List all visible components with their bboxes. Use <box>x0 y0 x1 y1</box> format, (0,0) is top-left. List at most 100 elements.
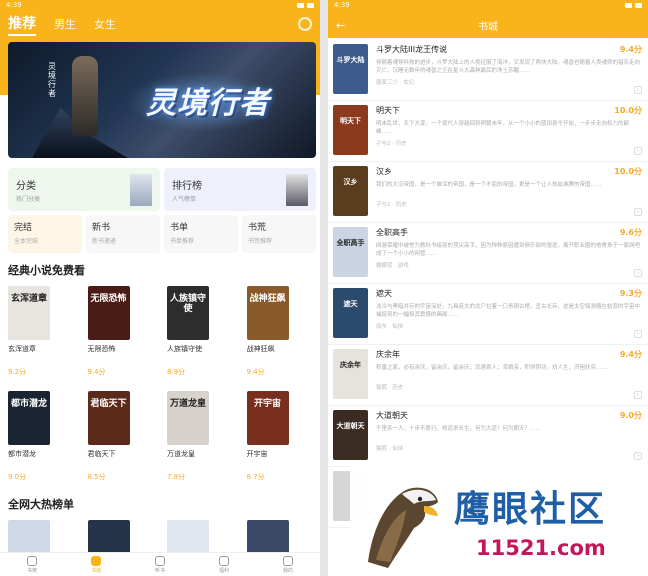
book-list-item[interactable]: 斗罗大陆 斗罗大陆III龙王传说 9.4分 伴随着魂导科技的进步，斗罗大陆上的人类征服… <box>328 40 648 101</box>
book-score: 9.6分 <box>619 228 642 237</box>
book-cover: 君临天下 <box>87 391 130 445</box>
book-cover-title: 大道朝天 <box>336 422 365 430</box>
book-cover-title: 汉乡 <box>343 178 358 186</box>
book-card[interactable]: 战神狂飙 战神狂飙 9.4分 <box>246 286 317 377</box>
book-shortage-button[interactable]: 书荒 书荒推荐 <box>242 215 316 253</box>
book-list-item[interactable]: 大道朝天 大道朝天 9.0分 千里杀一人，十步不愿行。修道求长生，何为大道？何为朝天？… <box>328 406 648 467</box>
book-cover: 大道朝天 <box>333 410 368 460</box>
book-card[interactable]: 无限恐怖 无限恐怖 9.4分 <box>87 286 158 377</box>
wifi-icon <box>625 2 632 8</box>
book-meta: 蝴蝶蓝 · 游戏 <box>376 263 409 269</box>
book-card[interactable]: 人族镇守使 人族镇守使 8.9分 <box>167 286 237 377</box>
book-card[interactable]: 君临天下 君临天下 8.5分 <box>87 391 158 482</box>
category-button[interactable]: 分类 热门分类 <box>8 168 160 211</box>
nav-item-headphone[interactable]: 听书 <box>128 553 192 576</box>
book-list-item[interactable]: 遮天 遮天 9.3分 冰冷与黑暗并存的宇宙深处，九具庞大的龙尸拉着一口青铜古棺，亘古长… <box>328 284 648 345</box>
book-card[interactable] <box>8 520 78 554</box>
back-arrow-icon[interactable]: ← <box>336 19 356 32</box>
book-cover-title: 玄浑道章 <box>10 294 47 304</box>
book-list-item[interactable]: 全职高手 全职高手 9.6分 网游荣耀中被誉为教科书级别的顶尖高手，因为种种原因遭到俱… <box>328 223 648 284</box>
book-cover: 无限恐怖 <box>87 286 130 340</box>
book-list-item[interactable]: 明天下 明天下 10.0分 明末乱世，天下大变。一个现代人穿越回到明朝末年，从一个小小… <box>328 101 648 162</box>
book-cover-title: 君临天下 <box>90 399 127 409</box>
book-name: 庆余年 <box>376 350 400 359</box>
book-info: 明天下 10.0分 明末乱世，天下大变。一个现代人穿越回到明朝末年，从一个小小的蓝田… <box>376 105 642 161</box>
book-card[interactable]: 开宇宙 开宇宙 8.7分 <box>246 391 317 482</box>
book-score: 9.2分 <box>8 368 27 376</box>
status-icons <box>625 2 642 8</box>
search-icon[interactable] <box>298 17 312 31</box>
book-meta: 猫腻 · 历史 <box>376 385 404 391</box>
book-name: 汉乡 <box>376 167 392 176</box>
book-card[interactable] <box>167 520 237 554</box>
tab-male[interactable]: 男生 <box>54 16 76 32</box>
book-cover: 斗罗大陆 <box>333 44 368 94</box>
finished-label: 完结 <box>14 223 33 233</box>
book-description: 我们的大汉帝国，是一个雄浑的帝国，是一个不屈的帝国，更是一个让人热血沸腾的帝国…… <box>376 182 602 188</box>
book-description: 千里杀一人，十步不愿行。修道求长生，何为大道？何为朝天？…… <box>376 426 542 432</box>
book-name: 人族镇守使 <box>167 345 202 353</box>
book-tag: › <box>634 147 642 155</box>
store-icon <box>91 555 101 566</box>
book-tag: › <box>634 269 642 277</box>
book-cover <box>246 520 289 554</box>
book-list: 斗罗大陆 斗罗大陆III龙王传说 9.4分 伴随着魂导科技的进步，斗罗大陆上的人类征服… <box>328 40 648 528</box>
book-list-item[interactable]: 庆余年 庆余年 9.4分 积善之家，必有余庆，留余庆，留余庆，忽遇恩人；幸娘亲，积得阴… <box>328 345 648 406</box>
banner-figure <box>72 56 98 136</box>
eagle-logo-icon <box>368 487 438 568</box>
book-score: 8.5分 <box>87 473 106 481</box>
book-info: 大道朝天 9.0分 千里杀一人，十步不愿行。修道求长生，何为大道？何为朝天？…… 猫腻… <box>376 410 642 466</box>
book-cover-title: 全职高手 <box>336 239 365 247</box>
new-books-sub: 新书速递 <box>92 238 117 245</box>
status-time: 4:39 <box>334 1 350 9</box>
hot-book-grid <box>8 520 316 554</box>
book-card[interactable] <box>246 520 317 554</box>
tab-female[interactable]: 女生 <box>94 16 116 32</box>
book-name: 开宇宙 <box>246 450 268 458</box>
section-title-classic: 经典小说免费看 <box>8 264 85 277</box>
book-cover: 都市潜龙 <box>8 391 50 445</box>
book-cover: 汉乡 <box>333 166 368 216</box>
book-name: 全职高手 <box>376 228 408 237</box>
book-card[interactable]: 都市潜龙 都市潜龙 9.0分 <box>8 391 78 482</box>
bottom-navigation: 书架 书城 听书 福利 我的 <box>0 552 320 576</box>
book-description: 明末乱世，天下大变。一个现代人穿越回到明朝末年，从一个小小的蓝田县令开始，一步步… <box>376 121 630 135</box>
book-name: 无限恐怖 <box>87 345 116 353</box>
book-info: 庆余年 9.4分 积善之家，必有余庆，留余庆，留余庆，忽遇恩人；幸娘亲，积得阴功。劝… <box>376 349 642 405</box>
book-card[interactable] <box>87 520 158 554</box>
nav-item-store[interactable]: 书城 <box>64 553 128 576</box>
promo-banner[interactable]: 灵境行者 灵境行者 <box>8 42 316 158</box>
page-header: ← 书城 <box>328 14 648 36</box>
book-list-item[interactable]: 汉乡 汉乡 10.0分 我们的大汉帝国，是一个雄浑的帝国，是一个不屈的帝国，更是一个让… <box>328 162 648 223</box>
book-cover-title: 战神狂飙 <box>249 294 286 304</box>
ranking-button[interactable]: 排行榜 人气榜单 <box>164 168 316 211</box>
nav-item-shelf[interactable]: 书架 <box>0 553 64 576</box>
new-books-button[interactable]: 新书 新书速递 <box>86 215 160 253</box>
book-score: 9.4分 <box>619 45 642 54</box>
book-cover-title: 无限恐怖 <box>90 294 127 304</box>
watermark-url: 11521.com <box>476 536 606 560</box>
watermark-text: 鹰眼社区 <box>454 489 607 530</box>
user-icon <box>283 555 293 566</box>
book-score: 8.9分 <box>167 368 186 376</box>
banner-title: 灵境行者 <box>146 86 270 121</box>
book-info: 遮天 9.3分 冰冷与黑暗并存的宇宙深处，九具庞大的龙尸拉着一口青铜古棺，亘古长存。… <box>376 288 642 344</box>
booklist-button[interactable]: 书单 书单推荐 <box>164 215 238 253</box>
tab-recommend[interactable]: 推荐 <box>8 13 36 36</box>
finished-button[interactable]: 完结 全本完结 <box>8 215 82 253</box>
book-cover: 玄浑道章 <box>8 286 50 340</box>
book-card[interactable]: 万道龙皇 万道龙皇 7.8分 <box>167 391 237 482</box>
book-cover: 明天下 <box>333 105 368 155</box>
book-cover: 万道龙皇 <box>167 391 209 445</box>
nav-item-user[interactable]: 我的 <box>256 553 320 576</box>
book-info: 全职高手 9.6分 网游荣耀中被誉为教科书级别的顶尖高手，因为种种原因遭到俱乐部的驱… <box>376 227 642 283</box>
book-card[interactable]: 玄浑道章 玄浑道章 9.2分 <box>8 286 78 377</box>
top-tabs: 推荐 男生 女生 <box>0 10 320 38</box>
book-cover-title: 庆余年 <box>340 361 361 369</box>
book-meta: 辰东 · 仙侠 <box>376 324 404 330</box>
nav-item-gift[interactable]: 福利 <box>192 553 256 576</box>
finished-sub: 全本完结 <box>14 238 39 245</box>
book-cover-title: 人族镇守使 <box>169 294 206 314</box>
page-title: 书城 <box>478 21 498 33</box>
book-name: 万道龙皇 <box>167 450 195 458</box>
